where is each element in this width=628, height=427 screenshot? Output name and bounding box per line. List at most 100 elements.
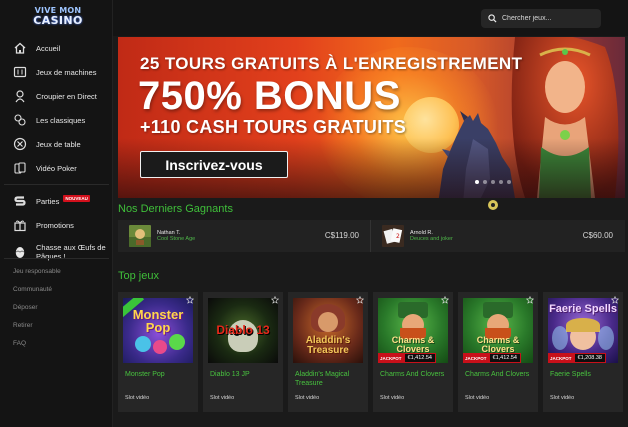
winner-game: Deuces and joker	[410, 236, 453, 242]
carousel-dots	[475, 180, 511, 184]
game-type: Slot vidéo	[125, 395, 150, 401]
table-chip-icon	[13, 137, 27, 151]
winners-list: Nathan T. Cool Stone Age C$119.00 2 Arno…	[118, 220, 625, 252]
link-faq[interactable]: FAQ	[0, 334, 113, 352]
logo-line2: CASINO	[33, 14, 83, 27]
jackpot-badge: JACKPOT €1,208.38	[548, 353, 606, 363]
cards-icon	[13, 161, 27, 175]
banner-bonus: 750% BONUS	[138, 74, 401, 118]
winners-toggle-icon[interactable]	[488, 200, 498, 210]
link-deposer[interactable]: Déposer	[0, 298, 113, 316]
main-nav: Accueil Jeux de machines Croupier en Dir…	[0, 36, 113, 267]
egg-icon	[13, 245, 27, 259]
sidebar-item-video-poker[interactable]: Vidéo Poker	[0, 156, 113, 180]
link-retirer[interactable]: Retirer	[0, 316, 113, 334]
signup-button[interactable]: Inscrivez-vous	[140, 151, 288, 178]
game-card-charms-and-clovers[interactable]: Charms & Clovers JACKPOT €1,412.54 Charm…	[373, 292, 453, 412]
game-art: Diablo 13	[208, 298, 278, 363]
slot-machine-icon	[13, 65, 27, 79]
nav-divider	[4, 184, 109, 185]
casino-logo[interactable]: VIVE MON CASINO	[33, 7, 83, 31]
jackpot-value: €1,412.54	[488, 353, 521, 363]
favorite-star-icon[interactable]	[441, 296, 449, 304]
game-card-faerie-spells[interactable]: Faerie Spells JACKPOT €1,208.38 Faerie S…	[543, 292, 623, 412]
sidebar-item-croupier-en-direct[interactable]: Croupier en Direct	[0, 84, 113, 108]
top-games-title: Top jeux	[118, 270, 159, 282]
search-input[interactable]	[502, 15, 597, 22]
jackpot-label: JACKPOT	[548, 353, 574, 363]
banner-subline: +110 CASH TOURS GRATUITS	[140, 117, 407, 137]
favorite-star-icon[interactable]	[356, 296, 364, 304]
game-type: Slot vidéo	[465, 395, 490, 401]
game-type: Slot vidéo	[550, 395, 575, 401]
nav-divider	[4, 258, 109, 259]
chips-icon	[13, 113, 27, 127]
sidebar-item-parties[interactable]: Parties NOUVEAU	[0, 189, 113, 213]
sidebar-item-label: Les classiques	[36, 115, 86, 125]
sidebar-item-promotions[interactable]: Promotions	[0, 213, 113, 237]
s-logo-icon	[13, 194, 27, 208]
svg-text:2: 2	[396, 233, 400, 240]
jackpot-value: €1,208.38	[573, 353, 606, 363]
home-icon	[13, 41, 27, 55]
game-title: Faerie Spells	[550, 371, 591, 378]
carousel-dot[interactable]	[483, 180, 487, 184]
game-title: Aladdin's Magical Treasure	[295, 371, 350, 387]
game-thumbnail	[129, 225, 151, 247]
game-title: Monster Pop	[125, 371, 165, 378]
sidebar-item-label: Jeux de table	[36, 139, 81, 149]
winner-amount: C$119.00	[324, 231, 359, 240]
winner-game: Cool Stone Age	[157, 236, 196, 242]
game-art: Monster Pop	[123, 298, 193, 363]
sidebar-item-label: Vidéo Poker	[36, 163, 77, 173]
carousel-dot[interactable]	[491, 180, 495, 184]
sidebar-item-label: Jeux de machines	[36, 67, 97, 77]
sidebar: VIVE MON CASINO Accueil Jeux de machines…	[0, 0, 113, 427]
carousel-dot[interactable]	[499, 180, 503, 184]
footer-links: Jeu responsable Communauté Déposer Retir…	[0, 262, 113, 352]
dealer-icon	[13, 89, 27, 103]
search-box[interactable]	[481, 9, 601, 28]
link-jeu-responsable[interactable]: Jeu responsable	[0, 262, 113, 280]
sidebar-item-label: Parties	[36, 196, 60, 206]
sidebar-item-accueil[interactable]: Accueil	[0, 36, 113, 60]
game-title: Charms And Clovers	[380, 371, 445, 378]
jackpot-label: JACKPOT	[378, 353, 404, 363]
game-thumbnail: 2	[382, 225, 404, 247]
search-icon	[488, 14, 497, 23]
sidebar-item-jeux-de-machines[interactable]: Jeux de machines	[0, 60, 113, 84]
game-type: Slot vidéo	[380, 395, 405, 401]
sidebar-item-les-classiques[interactable]: Les classiques	[0, 108, 113, 132]
favorite-star-icon[interactable]	[526, 296, 534, 304]
game-title: Diablo 13 JP	[210, 371, 250, 378]
sidebar-item-label: Croupier en Direct	[36, 91, 97, 101]
top-bar	[113, 0, 628, 36]
sidebar-item-jeux-de-table[interactable]: Jeux de table	[0, 132, 113, 156]
game-type: Slot vidéo	[210, 395, 235, 401]
favorite-star-icon[interactable]	[271, 296, 279, 304]
sidebar-item-label: Promotions	[36, 220, 74, 230]
carousel-dot[interactable]	[475, 180, 479, 184]
banner-headline: 25 TOURS GRATUITS À L'ENREGISTREMENT	[140, 54, 523, 73]
winner-amount: C$60.00	[582, 231, 613, 240]
favorite-star-icon[interactable]	[186, 296, 194, 304]
game-card-diablo-13[interactable]: Diablo 13 Diablo 13 JP Slot vidéo	[203, 292, 283, 412]
jackpot-label: JACKPOT	[463, 353, 489, 363]
game-art: Aladdin's Treasure	[293, 298, 363, 363]
winner-item[interactable]: Nathan T. Cool Stone Age C$119.00	[118, 220, 371, 252]
jackpot-value: €1,412.54	[403, 353, 436, 363]
game-card-charms-and-clovers[interactable]: Charms & Clovers JACKPOT €1,412.54 Charm…	[458, 292, 538, 412]
game-title: Charms And Clovers	[465, 371, 530, 378]
sidebar-item-label: Accueil	[36, 43, 61, 53]
game-card-monster-pop[interactable]: Monster Pop Monster Pop Slot vidéo	[118, 292, 198, 412]
game-card-aladdins-treasure[interactable]: Aladdin's Treasure Aladdin's Magical Tre…	[288, 292, 368, 412]
link-communaute[interactable]: Communauté	[0, 280, 113, 298]
winner-item[interactable]: 2 Arnold R. Deuces and joker C$60.00	[371, 220, 624, 252]
carousel-dot[interactable]	[507, 180, 511, 184]
promo-banner[interactable]: 25 TOURS GRATUITS À L'ENREGISTREMENT 750…	[118, 37, 625, 198]
game-type: Slot vidéo	[295, 395, 320, 401]
winners-title: Nos Derniers Gagnants	[118, 203, 233, 215]
favorite-star-icon[interactable]	[611, 296, 619, 304]
jackpot-badge: JACKPOT €1,412.54	[378, 353, 436, 363]
new-badge: NOUVEAU	[63, 194, 90, 202]
